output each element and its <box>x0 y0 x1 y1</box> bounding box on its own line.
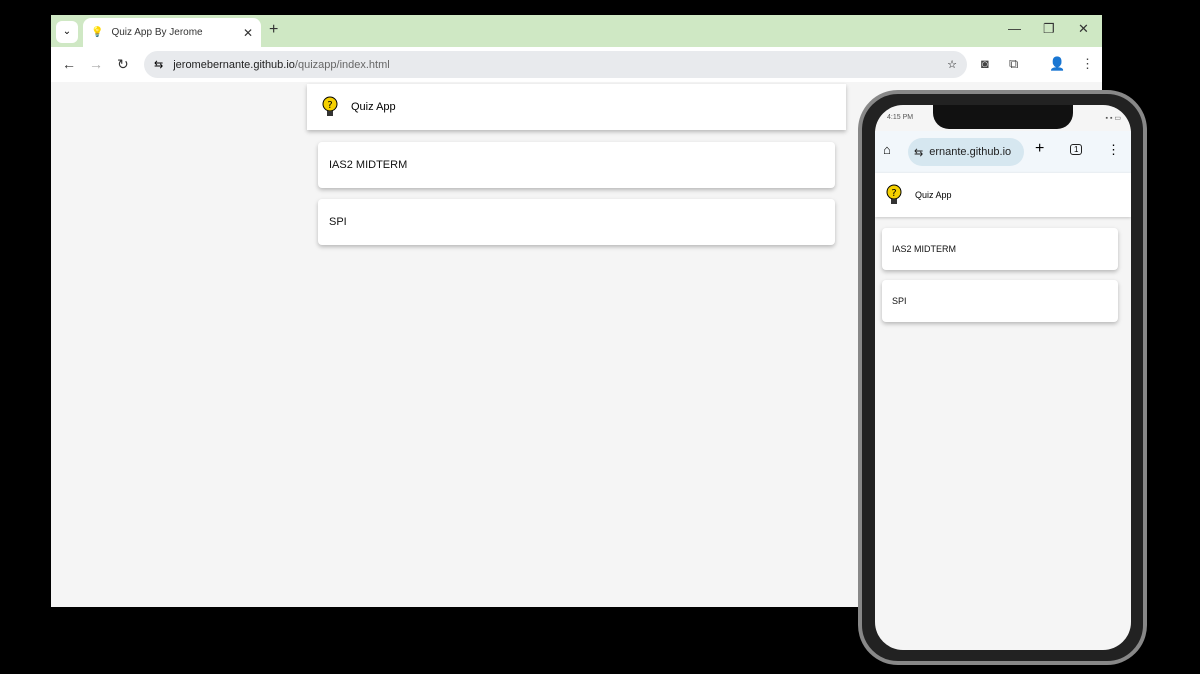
reload-icon[interactable]: ↻ <box>117 56 129 73</box>
quiz-card[interactable]: SPI <box>318 199 835 245</box>
bookmark-star-icon[interactable]: ☆ <box>947 58 957 71</box>
profile-avatar[interactable]: 👤 <box>1049 56 1065 72</box>
status-time: 4:15 PM <box>887 114 914 121</box>
phone-mockup: ⌂ ⇆ ernante.github.io + 1 ⋮ 4:15 PM ▪ ▪ ▭… <box>858 90 1147 665</box>
phone-notch <box>933 105 1073 129</box>
svg-text:?: ? <box>327 100 332 111</box>
quiz-label: SPI <box>329 216 347 228</box>
quiz-card[interactable]: IAS2 MIDTERM <box>882 228 1118 270</box>
app-header: ? Quiz App <box>307 84 846 130</box>
lightbulb-question-icon: ? <box>319 94 341 120</box>
app-header: ? Quiz App <box>875 173 1131 217</box>
mobile-address-bar[interactable]: ⇆ ernante.github.io <box>908 138 1024 166</box>
phone-screen: ⌂ ⇆ ernante.github.io + 1 ⋮ 4:15 PM ▪ ▪ ▭… <box>875 105 1131 650</box>
lightbulb-question-icon: ? <box>883 182 905 208</box>
url-path: /quizapp/index.html <box>294 58 390 71</box>
toolbar: ← → ↻ ⇆ jeromebernante.github.io/quizapp… <box>51 47 1102 82</box>
tab-strip: ⌄ 💡 Quiz App By Jerome ✕ + — ❐ ✕ <box>51 15 1102 47</box>
new-tab-icon[interactable]: + <box>1035 140 1044 158</box>
tab-title: Quiz App By Jerome <box>111 27 203 38</box>
site-settings-icon[interactable]: ⇆ <box>154 58 163 71</box>
menu-icon[interactable]: ⋮ <box>1081 56 1094 72</box>
site-settings-icon[interactable]: ⇆ <box>914 146 923 159</box>
status-icons: ▪ ▪ ▭ <box>1105 115 1121 122</box>
svg-text:?: ? <box>891 188 896 199</box>
back-icon[interactable]: ← <box>62 56 76 72</box>
quiz-label: SPI <box>892 296 907 306</box>
quiz-label: IAS2 MIDTERM <box>892 244 957 254</box>
quiz-card[interactable]: SPI <box>882 280 1118 322</box>
mobile-toolbar: ⌂ ⇆ ernante.github.io + 1 ⋮ <box>875 131 1131 173</box>
tab-count-button[interactable]: 1 <box>1070 144 1083 155</box>
mobile-url: ernante.github.io <box>929 146 1012 158</box>
close-tab-icon[interactable]: ✕ <box>243 26 253 40</box>
forward-icon[interactable]: → <box>89 56 103 72</box>
tab-search-button[interactable]: ⌄ <box>56 21 78 43</box>
favicon-bulb-icon: 💡 <box>91 27 104 38</box>
url-host: jeromebernante.github.io <box>173 58 295 71</box>
app-title: Quiz App <box>915 190 952 200</box>
screenshot-icon[interactable]: ◙ <box>981 56 989 71</box>
minimize-button[interactable]: — <box>1008 21 1021 36</box>
menu-icon[interactable]: ⋮ <box>1107 142 1120 158</box>
new-tab-button[interactable]: + <box>269 21 278 39</box>
extensions-icon[interactable]: ⧉ <box>1009 56 1018 72</box>
quiz-card[interactable]: IAS2 MIDTERM <box>318 142 835 188</box>
close-window-button[interactable]: ✕ <box>1078 21 1089 37</box>
quiz-label: IAS2 MIDTERM <box>329 159 408 171</box>
restore-button[interactable]: ❐ <box>1043 21 1055 37</box>
address-bar[interactable]: ⇆ jeromebernante.github.io/quizapp/index… <box>144 51 967 78</box>
app-title: Quiz App <box>351 101 396 113</box>
tab-quiz-app[interactable]: 💡 Quiz App By Jerome ✕ <box>83 18 261 47</box>
home-icon[interactable]: ⌂ <box>883 142 891 157</box>
